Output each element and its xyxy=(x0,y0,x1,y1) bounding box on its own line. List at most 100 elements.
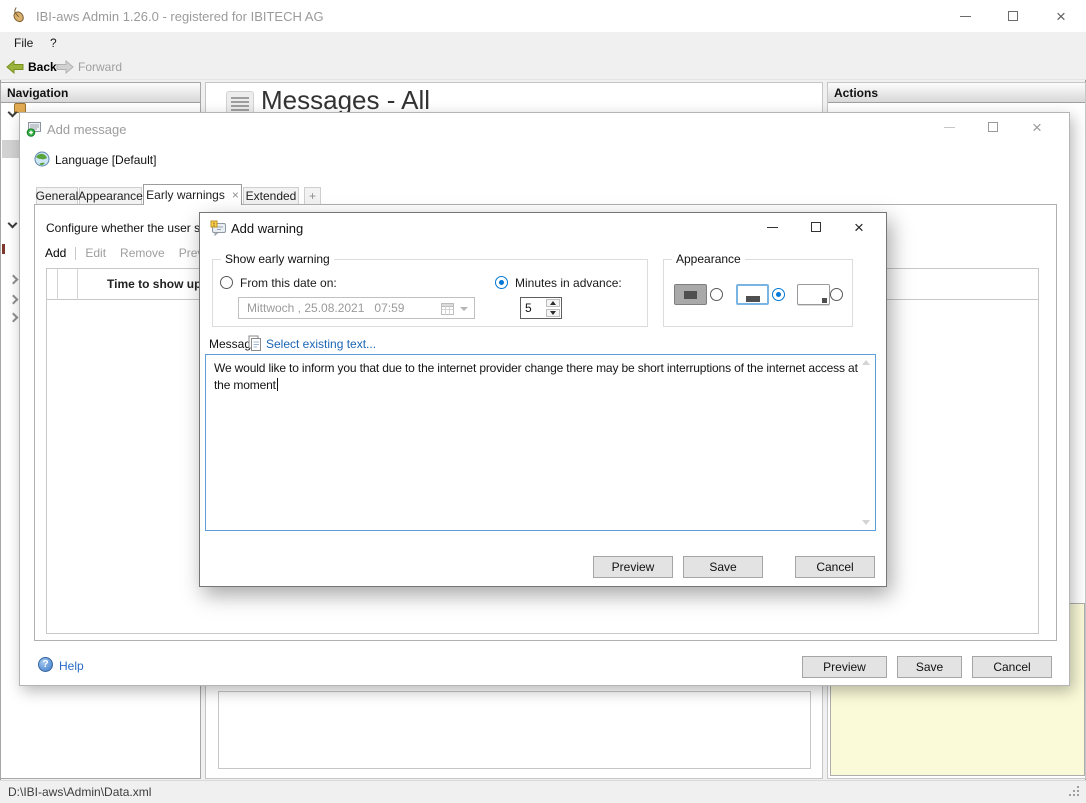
group-legend: Show early warning xyxy=(221,252,334,266)
tree-expand-icon[interactable] xyxy=(9,313,19,323)
scroll-down-icon[interactable] xyxy=(862,520,870,525)
tab-label: Appearance xyxy=(78,189,143,203)
date-picker[interactable]: Mittwoch , 25.08.2021 07:59 xyxy=(238,297,475,319)
maximize-icon xyxy=(1008,11,1018,21)
dialog-title: Add warning xyxy=(231,221,303,236)
column-divider xyxy=(77,269,78,300)
close-button[interactable] xyxy=(1020,115,1054,139)
minimize-icon xyxy=(944,127,955,128)
minutes-stepper[interactable]: 5 xyxy=(520,297,562,319)
appearance-tray-preview[interactable] xyxy=(797,284,830,305)
appearance-banner-preview[interactable] xyxy=(736,284,769,305)
tab-label: Extended xyxy=(246,189,297,203)
from-date-radio[interactable] xyxy=(220,276,233,289)
scroll-up-icon[interactable] xyxy=(862,360,870,365)
minimize-icon xyxy=(960,16,971,17)
maximize-icon xyxy=(811,222,821,232)
add-warning-dialog: Add warning Show early warning From this… xyxy=(199,212,887,587)
window-title: IBI-aws Admin 1.26.0 - registered for IB… xyxy=(36,9,324,24)
appearance-banner-radio[interactable] xyxy=(772,288,785,301)
help-icon[interactable] xyxy=(38,657,53,672)
tab-general[interactable]: General xyxy=(36,187,78,205)
tree-node-icon xyxy=(2,244,5,254)
stepper-down-button[interactable] xyxy=(546,309,560,317)
edit-warning-button[interactable]: Edit xyxy=(85,246,106,260)
add-message-icon xyxy=(26,120,43,137)
minimize-button[interactable] xyxy=(755,215,789,239)
close-button[interactable] xyxy=(842,215,876,239)
dropdown-arrow-icon[interactable] xyxy=(460,307,468,311)
tab-label: General xyxy=(36,189,79,203)
paste-text-icon xyxy=(248,335,262,351)
tab-appearance[interactable]: Appearance xyxy=(79,187,142,205)
tab-extended[interactable]: Extended xyxy=(243,187,299,205)
date-value: Mittwoch , 25.08.2021 07:59 xyxy=(247,301,404,315)
column-divider xyxy=(57,269,58,300)
stepper-buttons xyxy=(545,298,561,318)
title-bar: IBI-aws Admin 1.26.0 - registered for IB… xyxy=(0,0,1086,32)
minutes-in-advance-label[interactable]: Minutes in advance: xyxy=(515,276,622,290)
tree-expand-icon[interactable] xyxy=(9,275,19,285)
menu-help[interactable]: ? xyxy=(50,36,57,50)
maximize-button[interactable] xyxy=(993,3,1033,29)
menu-file[interactable]: File xyxy=(14,36,33,50)
save-button[interactable]: Save xyxy=(683,556,763,578)
navigation-toolbar: Back Forward xyxy=(0,54,1086,80)
minutes-value: 5 xyxy=(521,298,545,318)
cancel-button[interactable]: Cancel xyxy=(972,656,1052,678)
forward-button[interactable]: Forward xyxy=(56,57,122,77)
minutes-in-advance-radio[interactable] xyxy=(495,276,508,289)
app-window: IBI-aws Admin 1.26.0 - registered for IB… xyxy=(0,0,1086,803)
close-icon xyxy=(1032,119,1042,136)
group-legend: Appearance xyxy=(672,252,745,266)
language-label: Language [Default] xyxy=(55,153,156,167)
appearance-tray-radio[interactable] xyxy=(830,288,843,301)
tab-early-warnings[interactable]: Early warnings xyxy=(143,184,242,205)
select-existing-text-link[interactable]: Select existing text... xyxy=(266,337,376,351)
minimize-icon xyxy=(767,227,778,228)
status-file-path: D:\IBI-aws\Admin\Data.xml xyxy=(8,785,151,799)
column-time-to-show-up: Time to show up xyxy=(107,277,201,291)
appearance-fullscreen-preview[interactable] xyxy=(674,284,707,305)
forward-arrow-icon xyxy=(56,60,74,74)
show-early-warning-group: Show early warning From this date on: Mi… xyxy=(212,259,648,327)
resize-grip[interactable] xyxy=(1069,786,1081,798)
back-button[interactable]: Back xyxy=(6,57,57,77)
up-arrow-icon xyxy=(550,301,556,305)
add-warning-button[interactable]: Add xyxy=(45,246,66,260)
close-button[interactable] xyxy=(1041,3,1081,29)
text-caret xyxy=(277,378,278,391)
from-date-label[interactable]: From this date on: xyxy=(240,276,337,290)
save-button[interactable]: Save xyxy=(897,656,962,678)
preview-button[interactable]: Preview xyxy=(593,556,673,578)
help-link[interactable]: Help xyxy=(59,659,84,673)
add-tab-button[interactable]: + xyxy=(304,187,321,205)
remove-warning-button[interactable]: Remove xyxy=(120,246,165,260)
tab-close-icon[interactable] xyxy=(232,189,239,202)
tree-expand-icon[interactable] xyxy=(9,295,19,305)
maximize-button[interactable] xyxy=(976,115,1010,139)
down-arrow-icon xyxy=(550,311,556,315)
maximize-icon xyxy=(988,122,998,132)
maximize-button[interactable] xyxy=(799,215,833,239)
message-textarea[interactable]: We would like to inform you that due to … xyxy=(205,354,876,531)
tab-label: Early warnings xyxy=(146,188,225,202)
language-globe-icon xyxy=(34,151,50,167)
add-warning-icon xyxy=(210,220,227,236)
cancel-button[interactable]: Cancel xyxy=(795,556,875,578)
back-arrow-icon xyxy=(6,60,24,74)
navigation-panel-header: Navigation xyxy=(1,83,200,103)
minimize-button[interactable] xyxy=(932,115,966,139)
appearance-group: Appearance xyxy=(663,259,853,327)
calendar-icon xyxy=(441,302,454,315)
content-list-box xyxy=(218,691,811,769)
minimize-button[interactable] xyxy=(945,3,985,29)
appearance-fullscreen-radio[interactable] xyxy=(710,288,723,301)
tree-collapse-icon[interactable] xyxy=(8,219,18,229)
preview-button[interactable]: Preview xyxy=(802,656,887,678)
back-label: Back xyxy=(28,60,57,74)
stepper-up-button[interactable] xyxy=(546,299,560,307)
message-text: We would like to inform you that due to … xyxy=(214,361,858,392)
toolbar-separator xyxy=(75,247,76,260)
actions-panel-header: Actions xyxy=(828,83,1085,103)
